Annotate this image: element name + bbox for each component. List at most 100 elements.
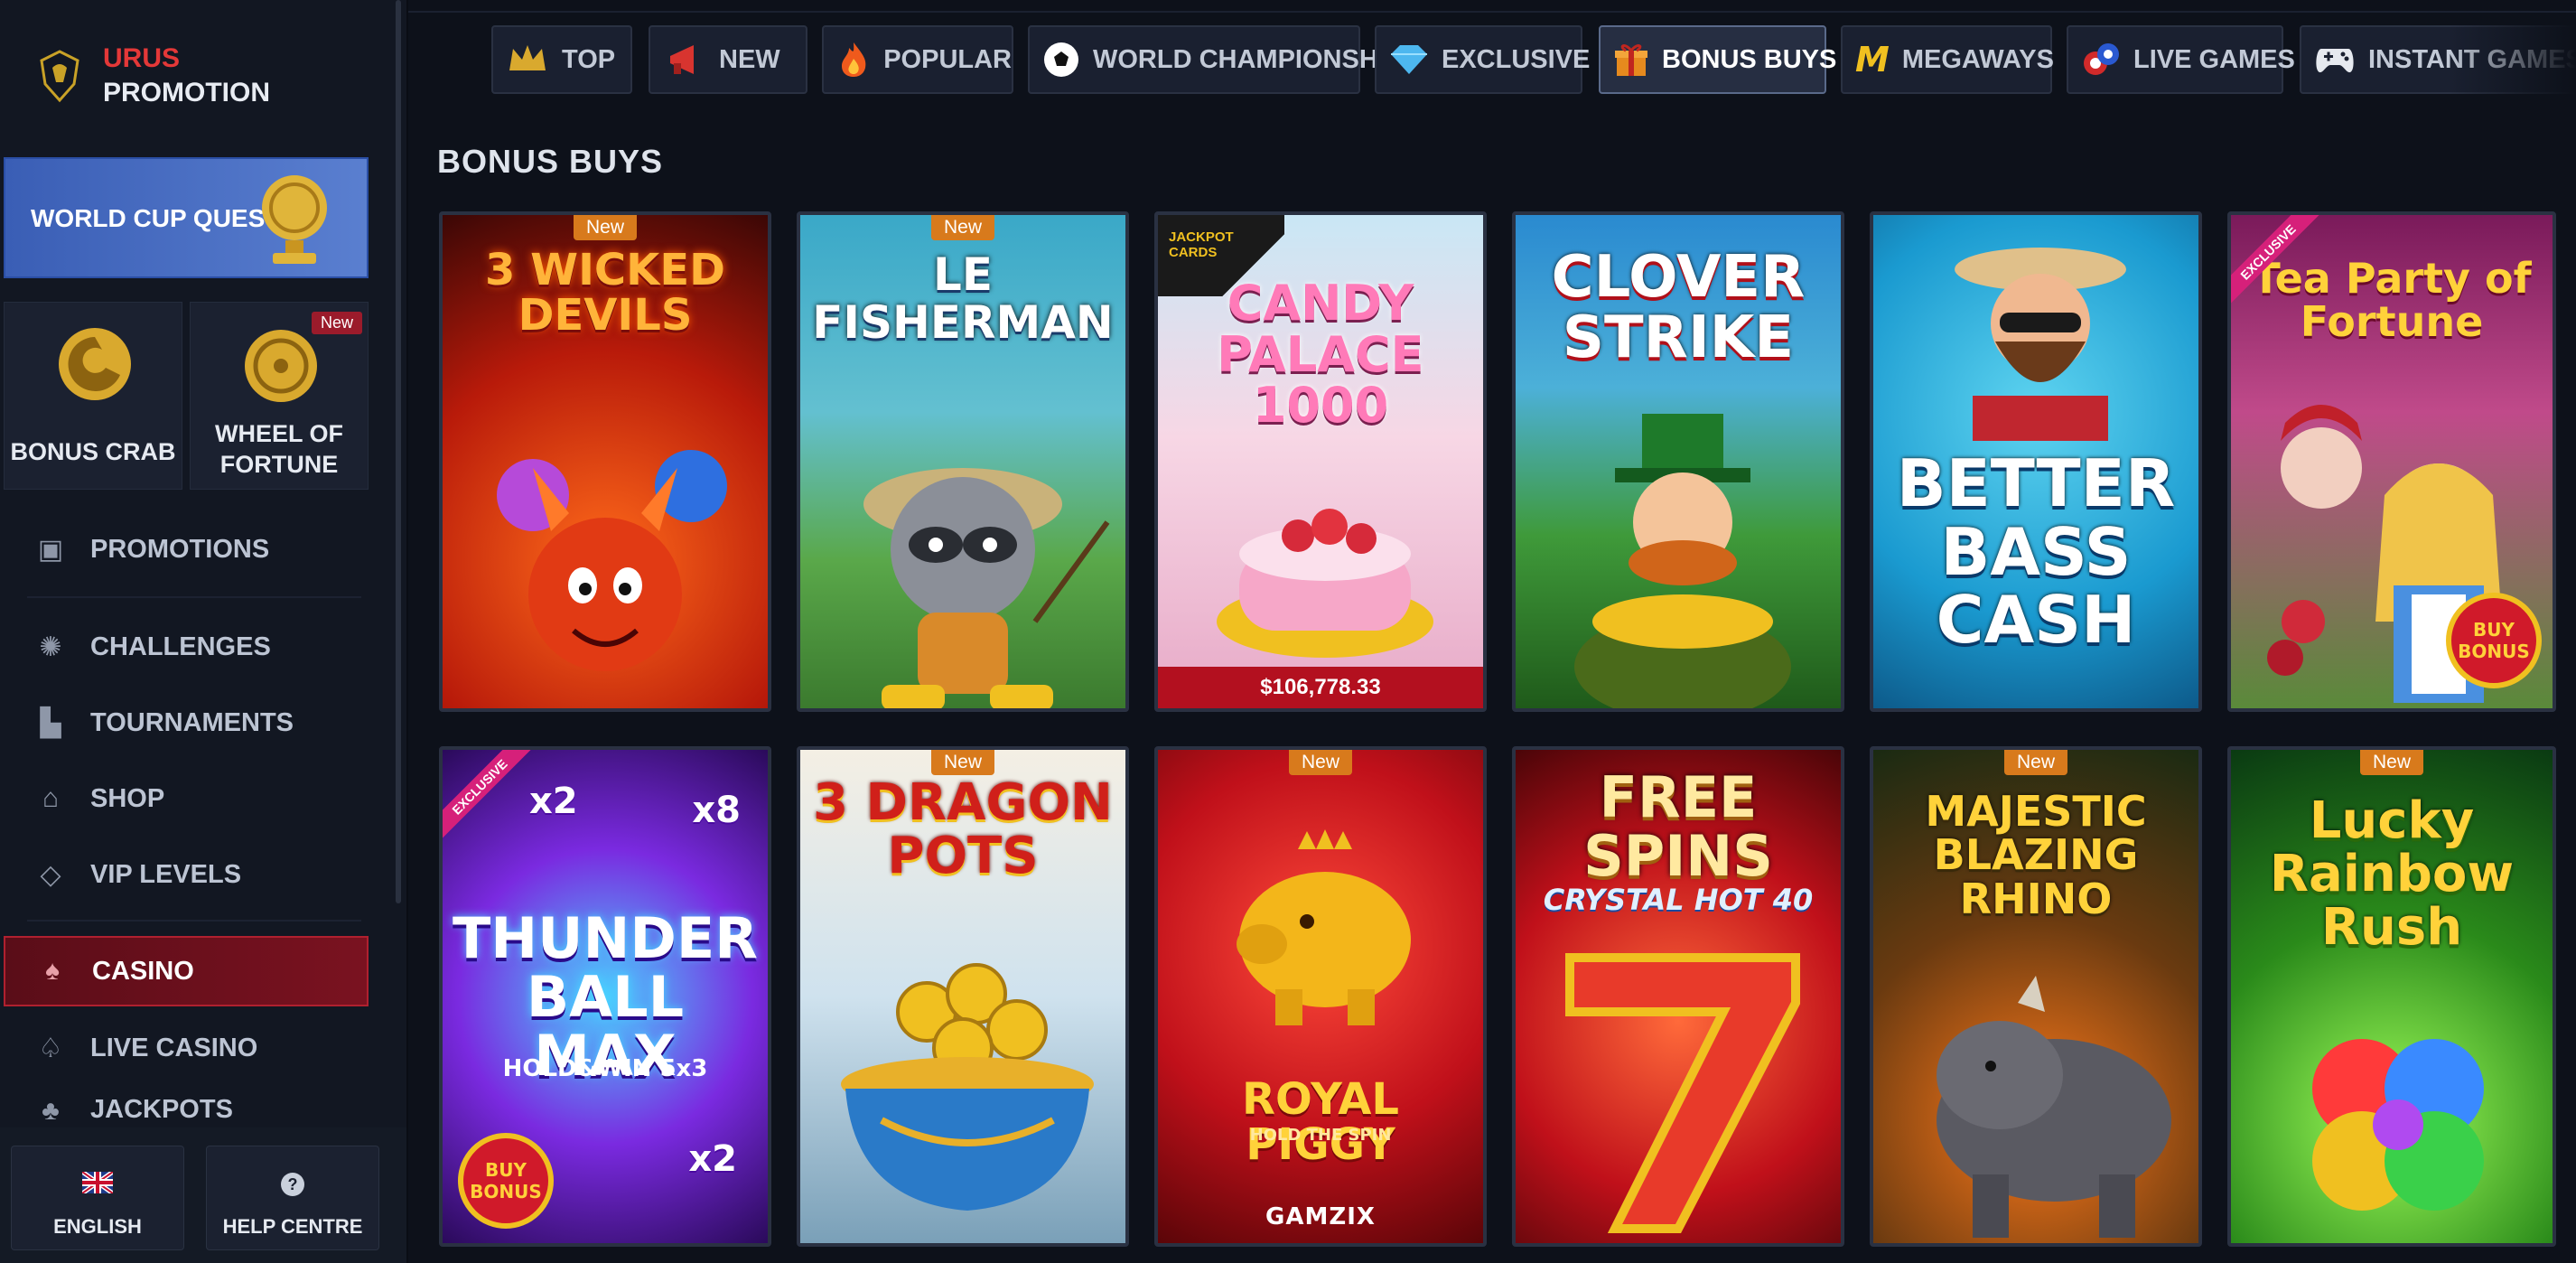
help-centre-button[interactable]: ? HELP CENTRE — [206, 1146, 379, 1250]
gamepad-icon — [2314, 38, 2356, 81]
diamond-icon — [1389, 38, 1429, 81]
tab-new[interactable]: NEW — [649, 25, 807, 94]
spade-icon: ♠ — [45, 956, 60, 986]
game-card-free-spins-crystal-hot-40[interactable]: FREE SPINS CRYSTAL HOT 40 — [1512, 746, 1844, 1247]
game-card-3-wicked-devils[interactable]: New 3 WICKED DEVILS — [439, 211, 771, 712]
game-subtitle: HOLD&WIN 5x3 — [502, 1055, 708, 1082]
bonus-crab-label: BONUS CRAB — [10, 438, 176, 465]
megaphone-icon — [663, 38, 706, 81]
sidebar-item-label: JACKPOTS — [90, 1095, 233, 1124]
tab-live-games[interactable]: LIVE GAMES — [2067, 25, 2295, 94]
bonus-crab-tile[interactable]: BONUS CRAB — [4, 302, 182, 490]
game-title: FREE SPINS — [1583, 764, 1773, 890]
jackpot-amount: $106,778.33 — [1158, 667, 1483, 708]
tab-popular[interactable]: POPULAR — [822, 25, 1013, 94]
sidebar-footer: ENGLISH ? HELP CENTRE — [0, 1127, 406, 1263]
multiplier-label: x2 — [688, 1138, 737, 1180]
sidebar-item-label: SHOP — [90, 783, 165, 813]
brand-logo-block[interactable]: URUS PROMOTION — [36, 42, 270, 110]
tab-label: BONUS BUYS — [1662, 44, 1837, 74]
game-card-tea-party-of-fortune[interactable]: EXCLUSIVE Tea Party of Fortune BUY BONUS — [2227, 211, 2556, 712]
badge-gear-icon: ✺ — [39, 632, 62, 662]
wheel-of-fortune-tile[interactable]: New WHEEL OF FORTUNE — [190, 302, 369, 490]
game-title: Lucky Rainbow Rush — [2269, 791, 2515, 957]
gold-pot-art — [841, 963, 1094, 1211]
game-card-clover-strike[interactable]: CLOVER STRIKE — [1512, 211, 1844, 712]
tab-megaways[interactable]: M MEGAWAYS — [1841, 25, 2054, 94]
tab-label: EXCLUSIVE — [1442, 44, 1591, 74]
game-title: BETTER BASS CASH — [1896, 445, 2176, 659]
sidebar-item-label: PROMOTIONS — [90, 534, 270, 564]
sidebar-item-label: VIP LEVELS — [90, 859, 242, 889]
game-title: ROYAL PIGGY — [1242, 1074, 1399, 1171]
game-card-majestic-blazing-rhino[interactable]: New MAJESTIC BLAZING RHINO — [1870, 746, 2202, 1247]
multiplier-label: x2 — [529, 781, 578, 822]
cake-art — [1217, 509, 1433, 658]
svg-text:BONUS: BONUS — [470, 1181, 542, 1202]
new-badge: New — [573, 215, 638, 240]
tabs-fade-overlay — [2450, 18, 2576, 101]
game-title: 3 WICKED DEVILS — [485, 245, 725, 341]
language-button[interactable]: ENGLISH — [11, 1146, 184, 1250]
bull-logo-icon — [40, 50, 79, 103]
sidebar-item-live-casino[interactable]: ♤ LIVE CASINO — [4, 1019, 369, 1077]
language-label: ENGLISH — [53, 1215, 142, 1238]
divider — [27, 920, 361, 922]
cards-icon: ♤ — [38, 1033, 63, 1063]
game-card-better-bass-cash[interactable]: BETTER BASS CASH — [1870, 211, 2202, 712]
multiplier-label: x8 — [692, 790, 741, 831]
new-badge: New — [2003, 750, 2068, 775]
game-subtitle: HOLD THE SPIN — [1249, 1126, 1392, 1145]
sidebar-item-label: TOURNAMENTS — [90, 707, 294, 737]
leprechaun-art — [1574, 414, 1791, 708]
sidebar-item-tournaments[interactable]: ▙ TOURNAMENTS — [4, 694, 369, 752]
wheel-coin-icon — [245, 330, 317, 402]
buy-bonus-stamp-icon: BUY BONUS — [2446, 593, 2542, 688]
sidebar-item-promotions[interactable]: ▣ PROMOTIONS — [4, 520, 369, 578]
provider-logo: GAMZIX — [1265, 1203, 1376, 1230]
game-card-lucky-rainbow-rush[interactable]: New Lucky Rainbow Rush — [2227, 746, 2556, 1247]
svg-text:BUY: BUY — [2473, 619, 2515, 641]
sidebar-item-challenges[interactable]: ✺ CHALLENGES — [4, 618, 369, 676]
world-cup-quest-banner[interactable]: WORLD CUP QUEST — [4, 157, 369, 278]
game-title: LE FISHERMAN — [812, 248, 1114, 349]
sidebar-item-casino[interactable]: ♠ CASINO — [4, 936, 369, 1006]
rhino-art — [1937, 976, 2171, 1238]
wheel-of-fortune-label: WHEEL OF FORTUNE — [214, 420, 343, 478]
shop-icon: ⌂ — [42, 783, 60, 813]
tab-top[interactable]: TOP — [491, 25, 632, 94]
game-card-candy-palace-1000[interactable]: JACKPOT CARDS CANDY PALACE 1000 $106,778… — [1154, 211, 1487, 712]
uk-flag-icon — [12, 1169, 183, 1200]
tab-label: POPULAR — [883, 44, 1012, 74]
question-icon: ? — [207, 1172, 378, 1203]
casino-chips-icon — [2081, 38, 2121, 81]
jackpot-cards-corner: JACKPOT CARDS — [1169, 229, 1234, 260]
sidebar-item-shop[interactable]: ⌂ SHOP — [4, 770, 369, 828]
new-badge: New — [930, 215, 995, 240]
game-title: CLOVER STRIKE — [1551, 244, 1806, 372]
game-card-royal-piggy[interactable]: New ROYAL PIGGY HOLD THE SPIN GAMZIX — [1154, 746, 1487, 1247]
game-title: 3 DRAGON POTS — [813, 773, 1113, 885]
devils-art — [497, 450, 727, 671]
new-badge: New — [930, 750, 995, 775]
game-card-3-dragon-pots[interactable]: New 3 DRAGON POTS — [797, 746, 1129, 1247]
tab-bonus-buys[interactable]: BONUS BUYS — [1599, 25, 1836, 94]
brand-line1: URUS — [103, 43, 181, 73]
trophy-icon — [262, 175, 327, 264]
sidebar-scrollbar[interactable] — [396, 0, 401, 903]
crab-coin-icon — [59, 328, 131, 400]
svg-text:BUY: BUY — [485, 1159, 527, 1181]
game-card-thunder-ball-max[interactable]: EXCLUSIVE x2 x8 THUNDER BALL MAX HOLD&WI… — [439, 746, 771, 1247]
game-card-le-fisherman[interactable]: New LE FISHERMAN — [797, 211, 1129, 712]
raccoon-art — [863, 468, 1110, 708]
quest-label: WORLD CUP QUEST — [31, 204, 281, 232]
tab-label: TOP — [562, 44, 616, 74]
tab-exclusive[interactable]: EXCLUSIVE — [1375, 25, 1590, 94]
soccer-ball-icon — [1042, 38, 1080, 81]
sidebar-item-jackpots[interactable]: ♣ JACKPOTS — [4, 1095, 369, 1127]
sidebar-item-vip-levels[interactable]: ◇ VIP LEVELS — [4, 846, 369, 903]
fire-icon — [836, 38, 871, 81]
podium-icon: ▙ — [40, 707, 61, 738]
sidebar-item-label: LIVE CASINO — [90, 1033, 258, 1062]
tab-world-championship[interactable]: WORLD CHAMPIONSHIP — [1028, 25, 1403, 94]
